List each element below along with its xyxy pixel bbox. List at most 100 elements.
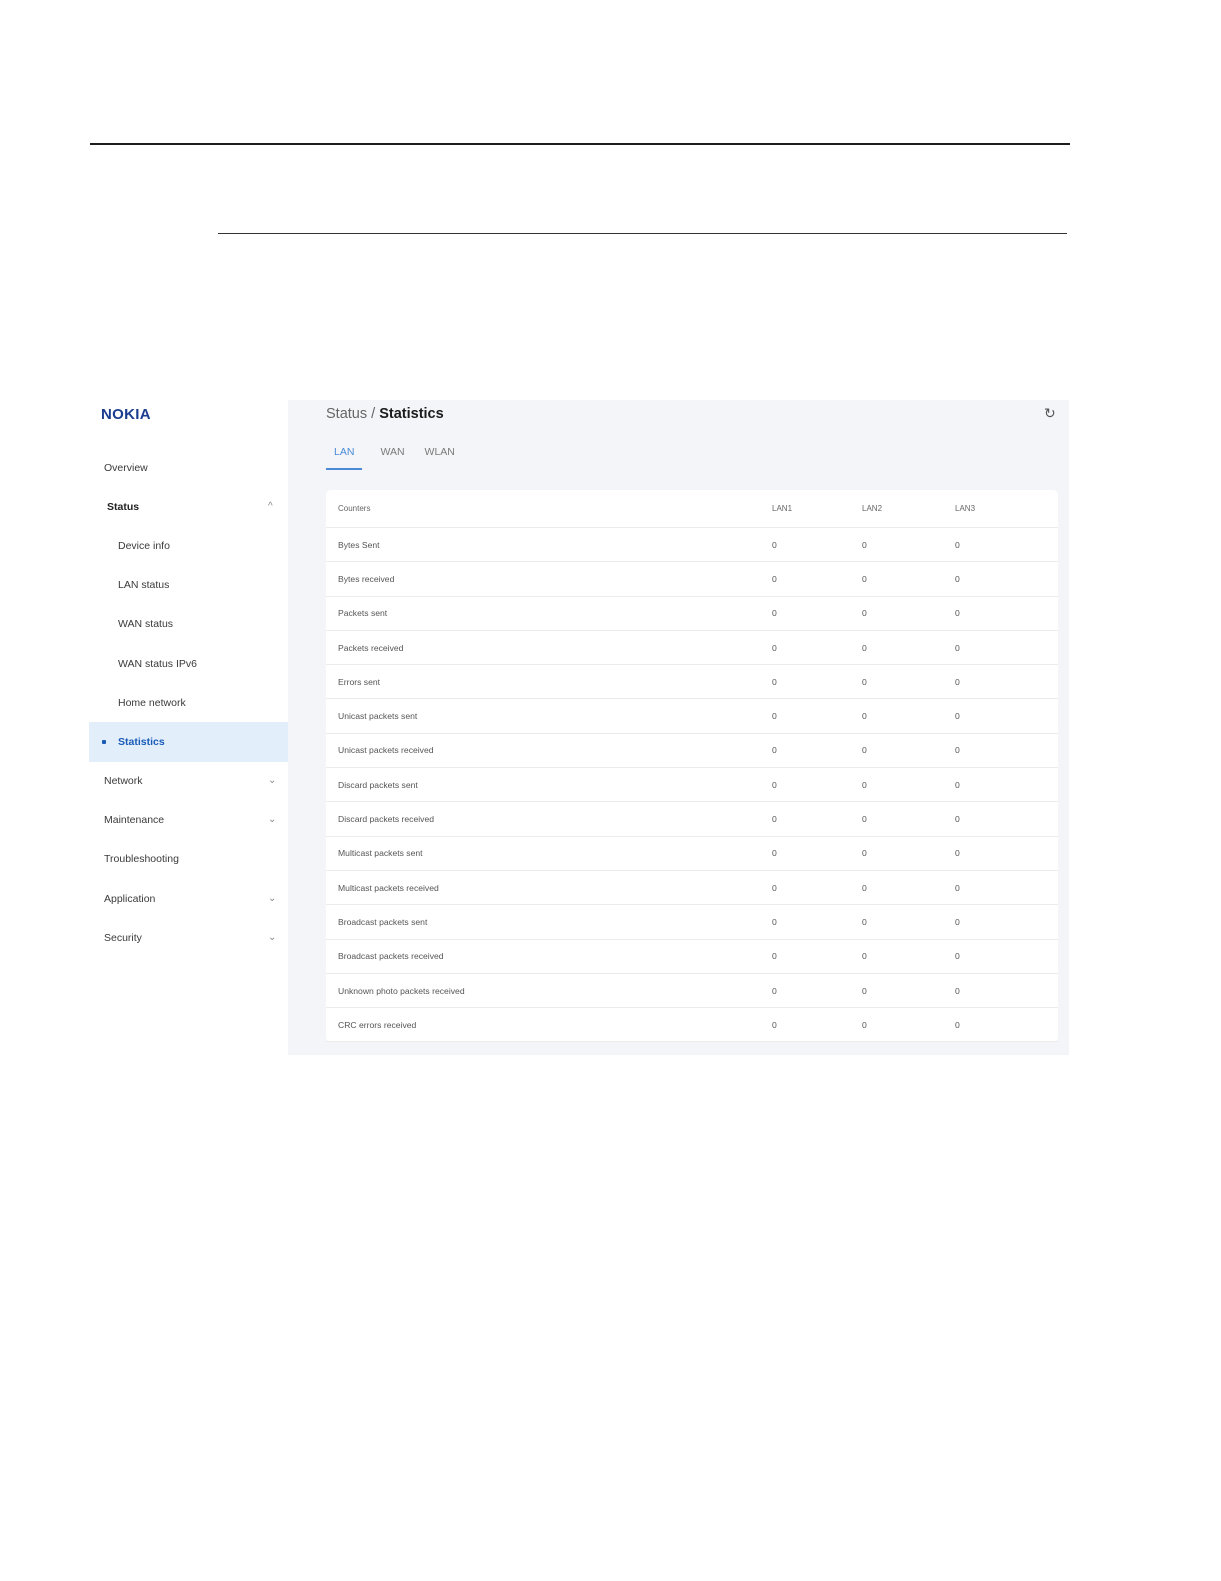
- counter-name-cell: Unicast packets received: [326, 733, 772, 769]
- lan1-value-cell: 0: [772, 733, 862, 769]
- sidebar-item-wan-status-ipv6[interactable]: WAN status IPv6: [89, 644, 288, 683]
- table-row: Multicast packets sent 0 0 0: [326, 836, 1058, 871]
- lan2-value-cell: 0: [862, 767, 955, 803]
- counter-name-cell: Bytes Sent: [326, 527, 772, 563]
- lan3-value-cell: 0: [955, 870, 1058, 906]
- table-row: Broadcast packets sent 0 0 0: [326, 904, 1058, 940]
- sidebar-item-device-info[interactable]: Device info: [89, 526, 288, 565]
- table-row: Packets sent 0 0 0: [326, 596, 1058, 631]
- column-header-lan3: LAN3: [955, 490, 1058, 528]
- sidebar-item-label: Overview: [104, 461, 148, 474]
- lan3-value-cell: 0: [955, 596, 1058, 631]
- lan2-value-cell: 0: [862, 561, 955, 597]
- lan3-value-cell: 0: [955, 527, 1058, 563]
- lan1-value-cell: 0: [772, 939, 862, 974]
- page-sub-rule: [218, 233, 1067, 234]
- counter-name-cell: Errors sent: [326, 664, 772, 700]
- chevron-down-icon: ⌄: [268, 814, 277, 826]
- refresh-icon[interactable]: ↻: [1044, 405, 1056, 422]
- table-row: Bytes Sent 0 0 0: [326, 527, 1058, 563]
- counter-name-cell: Unknown photo packets received: [326, 973, 772, 1009]
- chevron-down-icon: ⌄: [268, 931, 277, 943]
- sidebar-item-application[interactable]: Application ⌄: [89, 879, 288, 918]
- lan3-value-cell: 0: [955, 973, 1058, 1009]
- tab-wan[interactable]: WAN: [378, 444, 406, 470]
- sidebar-item-label: Status: [107, 500, 140, 513]
- sidebar-item-security[interactable]: Security ⌄: [89, 918, 288, 957]
- sidebar-item-label: Network: [104, 775, 143, 788]
- counter-name-cell: Broadcast packets received: [326, 939, 772, 974]
- sidebar-item-overview[interactable]: Overview: [89, 448, 288, 487]
- lan3-value-cell: 0: [955, 767, 1058, 803]
- table-row: Bytes received 0 0 0: [326, 561, 1058, 597]
- sidebar-item-wan-status[interactable]: WAN status: [89, 605, 288, 644]
- lan3-value-cell: 0: [955, 836, 1058, 871]
- table-body: Bytes Sent 0 0 0 Bytes received 0 0 0 Packets se…: [326, 527, 1058, 1043]
- sidebar-item-label: Troubleshooting: [104, 853, 179, 866]
- lan2-value-cell: 0: [862, 973, 955, 1009]
- table-row: Unknown photo packets received 0 0 0: [326, 973, 1058, 1009]
- column-header-counters: Counters: [326, 490, 772, 528]
- breadcrumb-parent[interactable]: Status /: [326, 406, 375, 422]
- tab-bar: LAN WAN WLAN: [326, 444, 457, 470]
- sidebar-item-network[interactable]: Network ⌄: [89, 762, 288, 801]
- sidebar-item-label: Maintenance: [104, 814, 165, 827]
- chevron-down-icon: ⌄: [268, 775, 277, 787]
- table-row: Unicast packets sent 0 0 0: [326, 698, 1058, 734]
- sidebar-item-statistics[interactable]: Statistics: [89, 722, 288, 762]
- sidebar-item-maintenance[interactable]: Maintenance ⌄: [89, 801, 288, 840]
- lan1-value-cell: 0: [772, 836, 862, 871]
- lan1-value-cell: 0: [772, 630, 862, 666]
- lan2-value-cell: 0: [862, 527, 955, 563]
- sidebar-item-troubleshooting[interactable]: Troubleshooting: [89, 840, 288, 879]
- lan2-value-cell: 0: [862, 596, 955, 631]
- tab-lan[interactable]: LAN: [326, 444, 363, 470]
- lan1-value-cell: 0: [772, 870, 862, 906]
- sidebar-item-label: Security: [104, 931, 142, 944]
- counter-name-cell: Discard packets sent: [326, 767, 772, 803]
- lan3-value-cell: 0: [955, 698, 1058, 734]
- lan2-value-cell: 0: [862, 1007, 955, 1043]
- table-row: Multicast packets received 0 0 0: [326, 870, 1058, 906]
- lan2-value-cell: 0: [862, 836, 955, 871]
- sidebar-item-label: Home network: [118, 696, 186, 709]
- table-row: Broadcast packets received 0 0 0: [326, 939, 1058, 974]
- lan2-value-cell: 0: [862, 664, 955, 700]
- lan3-value-cell: 0: [955, 904, 1058, 940]
- lan1-value-cell: 0: [772, 767, 862, 803]
- sidebar-item-label: Device info: [118, 539, 170, 552]
- counter-name-cell: Discard packets received: [326, 801, 772, 837]
- breadcrumb: Status / Statistics: [326, 406, 444, 422]
- lan1-value-cell: 0: [772, 1007, 862, 1043]
- sidebar-item-status[interactable]: Status ^: [89, 487, 288, 526]
- lan2-value-cell: 0: [862, 904, 955, 940]
- main-content: Status / Statistics ↻ LAN WAN WLAN Count…: [288, 400, 1069, 1055]
- counter-name-cell: Packets received: [326, 630, 772, 666]
- chevron-up-icon: ^: [268, 500, 273, 512]
- lan2-value-cell: 0: [862, 733, 955, 769]
- lan1-value-cell: 0: [772, 561, 862, 597]
- lan1-value-cell: 0: [772, 973, 862, 1009]
- lan2-value-cell: 0: [862, 698, 955, 734]
- counter-name-cell: Packets sent: [326, 596, 772, 631]
- lan3-value-cell: 0: [955, 561, 1058, 597]
- lan3-value-cell: 0: [955, 733, 1058, 769]
- counter-name-cell: Multicast packets received: [326, 870, 772, 906]
- column-header-lan2: LAN2: [862, 490, 955, 528]
- counter-name-cell: Unicast packets sent: [326, 698, 772, 734]
- sidebar-item-lan-status[interactable]: LAN status: [89, 566, 288, 605]
- lan3-value-cell: 0: [955, 664, 1058, 700]
- sidebar-item-label: WAN status IPv6: [118, 657, 197, 670]
- sidebar-item-label: LAN status: [118, 579, 170, 592]
- table-header-row: Counters LAN1 LAN2 LAN3: [326, 490, 1058, 528]
- lan1-value-cell: 0: [772, 596, 862, 631]
- lan1-value-cell: 0: [772, 664, 862, 700]
- sidebar-item-home-network[interactable]: Home network: [89, 683, 288, 722]
- sidebar-item-label: Application: [104, 892, 156, 905]
- tab-wlan[interactable]: WLAN: [423, 444, 457, 470]
- lan3-value-cell: 0: [955, 801, 1058, 837]
- table-row: Discard packets received 0 0 0: [326, 801, 1058, 837]
- page-top-rule: [90, 143, 1070, 145]
- sidebar-nav: Overview Status ^ Device info LAN status…: [89, 448, 288, 957]
- table-row: CRC errors received 0 0 0: [326, 1007, 1058, 1043]
